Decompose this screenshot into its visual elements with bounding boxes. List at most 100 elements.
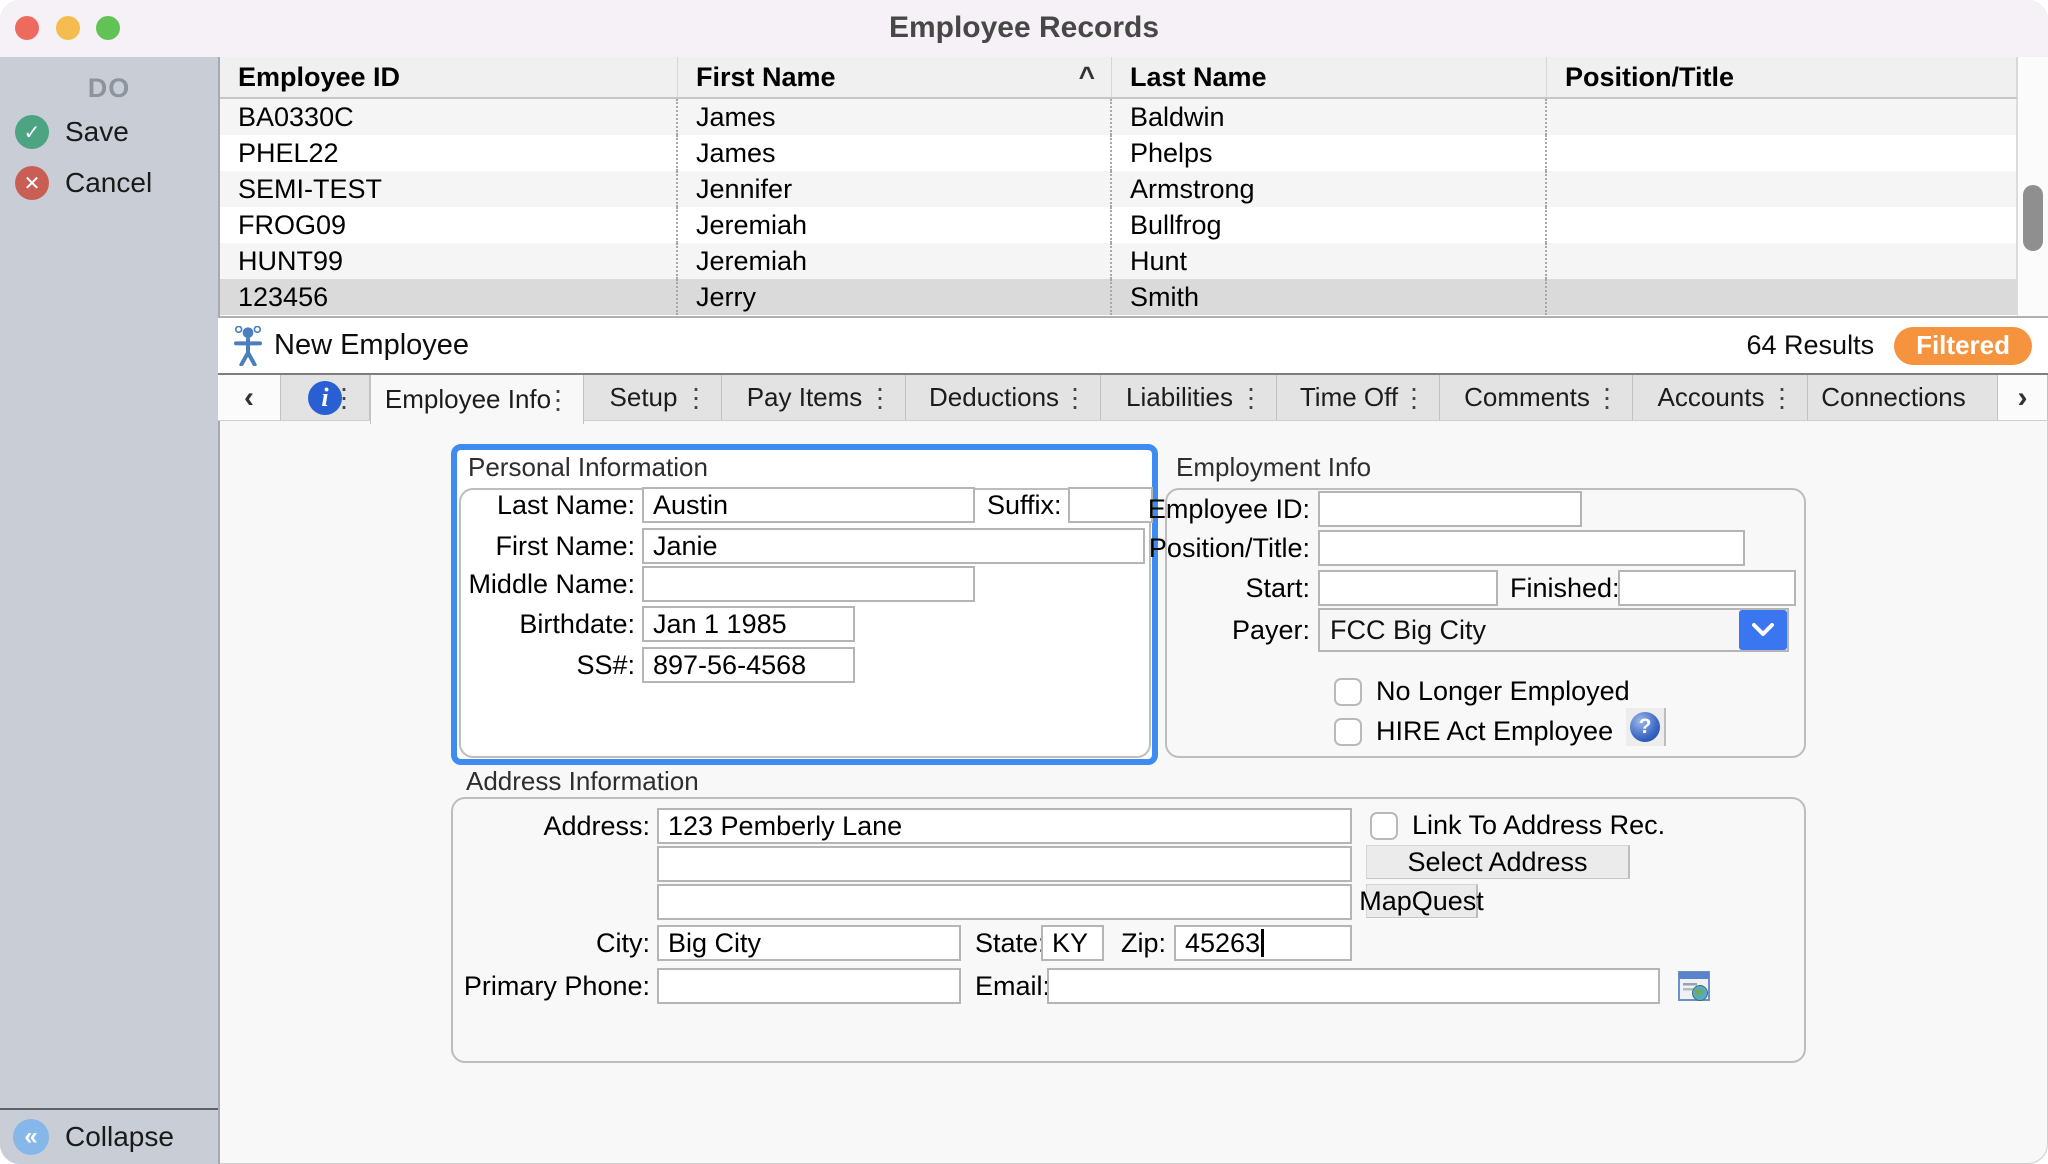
tab-deductions[interactable]: Deductions⋮ (906, 375, 1101, 420)
tab-record-info[interactable]: i⋮ (281, 375, 370, 420)
table-cell: Bullfrog (1112, 207, 1547, 243)
collapse-button[interactable]: « Collapse (0, 1108, 218, 1164)
column-header-first-name[interactable]: First Name^ (678, 57, 1112, 97)
vertical-dots-icon[interactable]: ⋮ (331, 382, 357, 413)
table-cell: PHEL22 (220, 135, 678, 171)
column-header-position-title[interactable]: Position/Title (1547, 57, 2017, 97)
select-address-button[interactable]: Select Address (1366, 845, 1630, 879)
table-cell: SEMI-TEST (220, 171, 678, 207)
mapquest-button[interactable]: MapQuest (1366, 884, 1478, 918)
ssn-field[interactable]: 897-56-4568 (642, 647, 855, 683)
employment-info-title: Employment Info (1176, 452, 1371, 483)
vertical-dots-icon[interactable]: ⋮ (1594, 382, 1620, 413)
email-browser-icon[interactable] (1678, 969, 1710, 1003)
table-cell: Baldwin (1112, 99, 1547, 135)
primary-phone-field[interactable] (657, 968, 961, 1004)
finished-date-field[interactable] (1618, 570, 1796, 606)
text-cursor (1261, 929, 1264, 957)
personal-info-title: Personal Information (468, 452, 708, 483)
tab-setup[interactable]: Setup⋮ (584, 375, 722, 420)
collapse-icon: « (13, 1119, 49, 1155)
address-line2-field[interactable] (657, 846, 1352, 882)
table-cell (1547, 279, 2017, 315)
tab-scroll-right-button[interactable]: › (1998, 375, 2048, 420)
email-field[interactable] (1047, 968, 1660, 1004)
help-icon: ? (1630, 712, 1660, 742)
middle-name-field[interactable] (642, 566, 975, 602)
save-button[interactable]: ✓ Save (0, 112, 218, 152)
tab-time-off[interactable]: Time Off⋮ (1277, 375, 1440, 420)
position-title-field[interactable] (1318, 530, 1745, 566)
column-header-last-name[interactable]: Last Name (1112, 57, 1547, 97)
table-cell (1547, 99, 2017, 135)
table-cell: Jeremiah (678, 207, 1112, 243)
position-title-label: Position/Title: (1140, 533, 1310, 564)
address-line3-field[interactable] (657, 884, 1352, 920)
city-field[interactable]: Big City (657, 925, 961, 961)
sidebar-header: DO (0, 73, 218, 104)
table-row[interactable]: HUNT99JeremiahHunt (220, 243, 2048, 279)
zip-label: Zip: (1120, 928, 1166, 959)
start-date-field[interactable] (1318, 570, 1498, 606)
table-scrollbar[interactable] (2017, 57, 2048, 316)
primary-phone-label: Primary Phone: (440, 971, 650, 1002)
address-info-title: Address Information (466, 766, 699, 797)
no-longer-employed-checkbox[interactable] (1334, 678, 1362, 706)
table-cell: Armstrong (1112, 171, 1547, 207)
table-cell: James (678, 99, 1112, 135)
scrollbar-thumb[interactable] (2023, 185, 2043, 251)
link-to-address-checkbox[interactable] (1370, 812, 1398, 840)
vertical-dots-icon[interactable]: ⋮ (1401, 382, 1427, 413)
employee-table: Employee IDFirst Name^Last NamePosition/… (220, 57, 2048, 318)
vertical-dots-icon[interactable]: ⋮ (1238, 382, 1264, 413)
tab-scroll-left-button[interactable]: ‹ (218, 375, 281, 420)
email-label: Email: (975, 971, 1041, 1002)
state-field[interactable]: KY (1041, 925, 1104, 961)
tab-accounts[interactable]: Accounts⋮ (1633, 375, 1808, 420)
hire-act-help-button[interactable]: ? (1626, 708, 1666, 746)
middle-name-label: Middle Name: (445, 569, 635, 600)
chevron-down-icon[interactable] (1739, 610, 1787, 650)
employee-id-label: Employee ID: (1140, 494, 1310, 525)
table-row[interactable]: SEMI-TESTJenniferArmstrong (220, 171, 2048, 207)
table-cell: Jeremiah (678, 243, 1112, 279)
table-cell: Jerry (678, 279, 1112, 315)
sort-asc-icon: ^ (1079, 61, 1095, 93)
column-header-employee-id[interactable]: Employee ID (220, 57, 678, 97)
filtered-badge[interactable]: Filtered (1894, 327, 2032, 365)
table-row[interactable]: FROG09JeremiahBullfrog (220, 207, 2048, 243)
birthdate-field[interactable]: Jan 1 1985 (642, 606, 855, 642)
cancel-label: Cancel (65, 167, 152, 199)
zip-field[interactable]: 45263 (1174, 925, 1352, 961)
address-line1-field[interactable]: 123 Pemberly Lane (657, 808, 1352, 844)
first-name-label: First Name: (445, 531, 635, 562)
tab-pay-items[interactable]: Pay Items⋮ (722, 375, 906, 420)
tab-employee-info[interactable]: Employee Info⋮ (370, 375, 584, 424)
no-longer-employed-label: No Longer Employed (1376, 676, 1630, 707)
vertical-dots-icon[interactable]: ⋮ (1769, 382, 1795, 413)
first-name-field[interactable]: Janie (642, 528, 1145, 564)
table-cell (1547, 243, 2017, 279)
table-row[interactable]: BA0330CJamesBaldwin (220, 99, 2048, 135)
address-label: Address: (440, 811, 650, 842)
table-row[interactable]: PHEL22JamesPhelps (220, 135, 2048, 171)
sidebar: DO ✓ Save ✕ Cancel « Collapse (0, 57, 220, 1164)
tab-liabilities[interactable]: Liabilities⋮ (1101, 375, 1277, 420)
employee-id-field[interactable] (1318, 491, 1582, 527)
tab-comments[interactable]: Comments⋮ (1440, 375, 1633, 420)
window-title: Employee Records (0, 11, 2048, 45)
hire-act-checkbox[interactable] (1334, 718, 1362, 746)
record-bar: New Employee 64 Results Filtered (218, 318, 2048, 375)
payer-dropdown[interactable]: FCC Big City (1318, 608, 1789, 652)
vertical-dots-icon[interactable]: ⋮ (545, 384, 571, 415)
link-to-address-label: Link To Address Rec. (1412, 810, 1665, 841)
tab-bar: ‹i⋮Employee Info⋮Setup⋮Pay Items⋮Deducti… (218, 375, 2048, 421)
cancel-button[interactable]: ✕ Cancel (0, 163, 218, 203)
vertical-dots-icon[interactable]: ⋮ (683, 382, 709, 413)
last-name-field[interactable]: Austin (642, 487, 975, 523)
table-row[interactable]: 123456JerrySmith (220, 279, 2048, 315)
tab-connections[interactable]: Connections (1808, 375, 1998, 420)
vertical-dots-icon[interactable]: ⋮ (1062, 382, 1088, 413)
record-title: New Employee (274, 329, 469, 362)
vertical-dots-icon[interactable]: ⋮ (867, 382, 893, 413)
